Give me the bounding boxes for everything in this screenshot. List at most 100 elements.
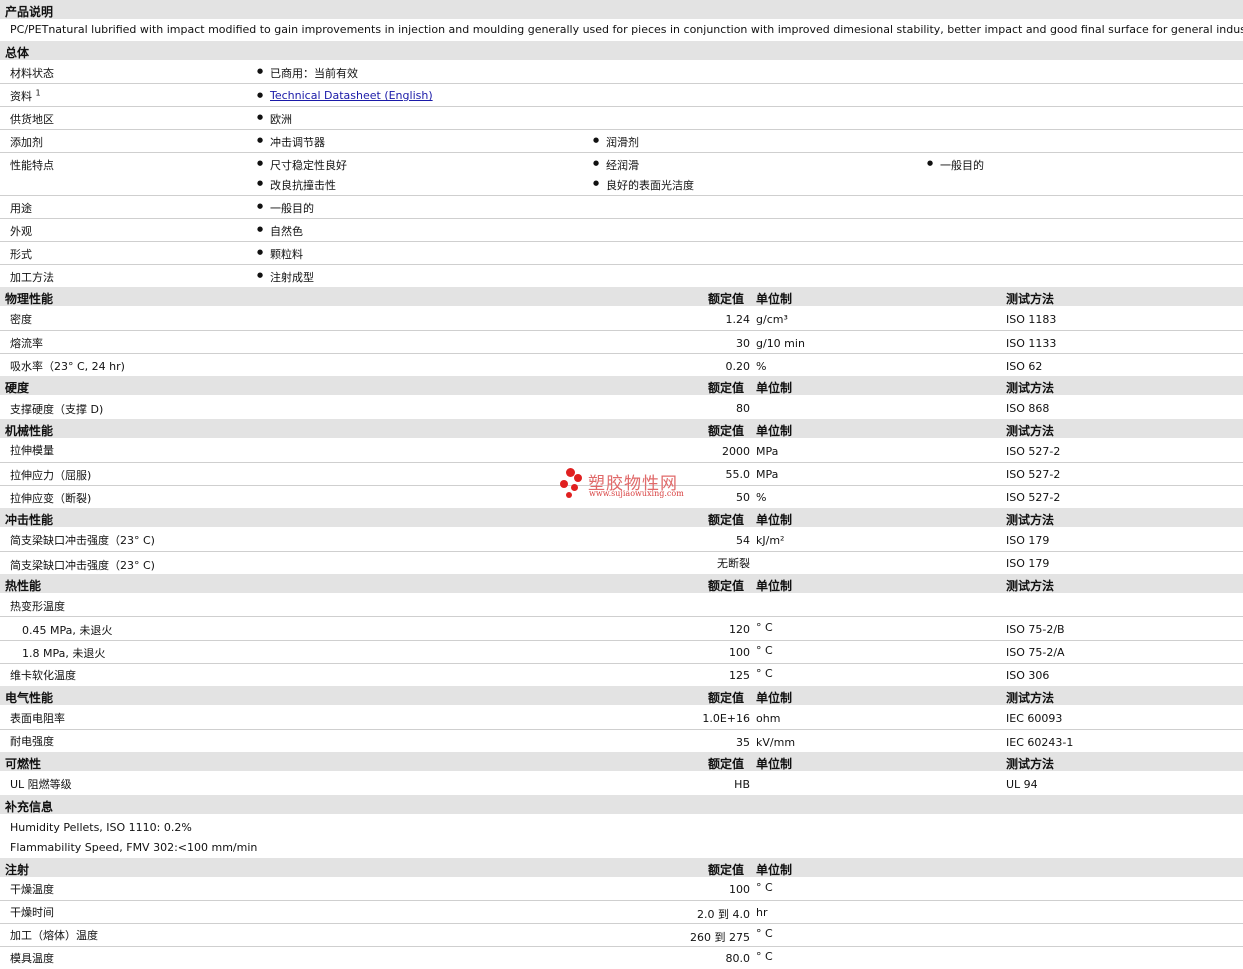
section-title: 产品说明 [5, 5, 54, 19]
bullet-value: 欧洲 [257, 111, 292, 127]
col-unit-header: 单位制 [756, 381, 793, 395]
property-row: 熔流率 30 g/10 min ISO 1133 [0, 331, 1243, 354]
watermark-url: www.sujiaowuxing.com [589, 489, 684, 498]
property-label: 热变形温度 [10, 600, 65, 613]
doc-label: 资料 [10, 90, 32, 103]
property-value: 30 [736, 337, 750, 350]
property-row: 密度 1.24 g/cm³ ISO 1183 [0, 306, 1243, 331]
property-row: 干燥时间 2.0 到 4.0 hr [0, 901, 1243, 924]
row-label: 用途 [10, 202, 32, 215]
col-method-header: 测试方法 [1006, 381, 1055, 395]
general-row-region: 供货地区 欧洲 [0, 107, 1243, 130]
description-text: PC/PETnatural lubrified with impact modi… [10, 23, 1243, 36]
col-unit-header: 单位制 [756, 579, 793, 593]
property-row: 吸水率（23° C, 24 hr) 0.20 % ISO 62 [0, 354, 1243, 376]
property-label: 简支梁缺口冲击强度（23° C) [10, 534, 155, 547]
property-value: 1.24 [725, 313, 751, 326]
bullet-value: 颗粒料 [257, 246, 303, 262]
property-method: UL 94 [1006, 778, 1038, 791]
property-label: 耐电强度 [10, 735, 54, 748]
property-label: 1.8 MPa, 未退火 [22, 647, 106, 660]
property-label: 维卡软化温度 [10, 669, 76, 682]
bullet-value: 一般目的 [257, 200, 314, 216]
property-method: ISO 527-2 [1006, 491, 1061, 504]
property-label: 吸水率（23° C, 24 hr) [10, 360, 125, 373]
section-header-flammability: 可燃性 额定值 单位制 测试方法 [0, 752, 1243, 771]
property-unit: ° C [756, 881, 773, 894]
property-value: 无断裂 [717, 557, 750, 570]
description-row: PC/PETnatural lubrified with impact modi… [0, 19, 1243, 42]
datasheet-link[interactable]: Technical Datasheet (English) [270, 89, 433, 102]
bullet-link: Technical Datasheet (English) [257, 89, 433, 102]
section-header-description: 产品说明 [0, 0, 1243, 19]
property-unit: g/10 min [756, 337, 805, 350]
property-label: 简支梁缺口冲击强度（23° C) [10, 559, 155, 572]
property-value: HB [734, 778, 750, 791]
property-value: 80 [736, 402, 750, 415]
section-title: 补充信息 [5, 800, 54, 814]
section-title: 热性能 [5, 579, 42, 593]
property-value: 0.20 [725, 360, 751, 373]
property-row: 耐电强度 35 kV/mm IEC 60243-1 [0, 730, 1243, 752]
bullet-value: 一般目的 [927, 157, 984, 173]
property-label: UL 阻燃等级 [10, 778, 72, 791]
section-header-injection: 注射 额定值 单位制 [0, 858, 1243, 877]
property-label: 干燥时间 [10, 906, 54, 919]
section-header-electrical: 电气性能 额定值 单位制 测试方法 [0, 686, 1243, 705]
property-unit: % [756, 360, 767, 373]
property-value: 80.0 [725, 952, 751, 965]
row-label: 资料 1 [10, 88, 41, 104]
general-row-doc: 资料 1 Technical Datasheet (English) [0, 84, 1243, 107]
supplemental-line: Humidity Pellets, ISO 1110: 0.2% [10, 821, 192, 834]
general-row-appearance: 外观 自然色 [0, 219, 1243, 242]
section-title: 电气性能 [5, 691, 54, 705]
property-row: 干燥温度 100 ° C [0, 877, 1243, 901]
general-row-status: 材料状态 已商用：当前有效 [0, 60, 1243, 84]
property-unit: kJ/m² [756, 534, 785, 547]
col-unit-header: 单位制 [756, 292, 793, 306]
row-label: 形式 [10, 248, 32, 261]
bullet-value: 已商用：当前有效 [257, 65, 358, 81]
property-method: ISO 179 [1006, 534, 1050, 547]
col-value-header: 额定值 [708, 579, 745, 593]
property-method: ISO 527-2 [1006, 445, 1061, 458]
property-row: 拉伸模量 2000 MPa ISO 527-2 [0, 438, 1243, 463]
section-title: 硬度 [5, 381, 30, 395]
property-method: ISO 868 [1006, 402, 1050, 415]
property-row: 0.45 MPa, 未退火 120 ° C ISO 75-2/B [0, 617, 1243, 641]
property-value: 55.0 [725, 468, 751, 481]
bullet-value: 经润滑 [593, 157, 639, 173]
property-label: 干燥温度 [10, 883, 54, 896]
col-method-header: 测试方法 [1006, 579, 1055, 593]
property-row: 简支梁缺口冲击强度（23° C) 无断裂 ISO 179 [0, 552, 1243, 574]
section-header-thermal: 热性能 额定值 单位制 测试方法 [0, 574, 1243, 593]
property-label: 模具温度 [10, 952, 54, 965]
property-method: ISO 75-2/A [1006, 646, 1065, 659]
property-label: 支撑硬度（支撑 D) [10, 403, 104, 416]
bullet-value: 尺寸稳定性良好 [257, 157, 347, 173]
property-row: 简支梁缺口冲击强度（23° C) 54 kJ/m² ISO 179 [0, 527, 1243, 552]
bullet-value: 润滑剂 [593, 134, 639, 150]
property-row: 支撑硬度（支撑 D) 80 ISO 868 [0, 395, 1243, 419]
property-label: 表面电阻率 [10, 712, 65, 725]
property-value: 100 [729, 646, 750, 659]
bullet-value: 注射成型 [257, 269, 314, 285]
property-value: 260 到 275 [690, 931, 750, 944]
col-unit-header: 单位制 [756, 757, 793, 771]
property-value: 35 [736, 736, 750, 749]
col-method-header: 测试方法 [1006, 424, 1055, 438]
bullet-value: 自然色 [257, 223, 303, 239]
bullet-value: 冲击调节器 [257, 134, 325, 150]
property-value: 1.0E+16 [702, 712, 750, 725]
property-label: 拉伸应变（断裂) [10, 492, 92, 505]
property-label: 拉伸应力（屈服) [10, 469, 92, 482]
property-row: 模具温度 80.0 ° C [0, 947, 1243, 969]
row-label: 性能特点 [10, 159, 54, 172]
property-unit: hr [756, 906, 768, 919]
property-method: IEC 60093 [1006, 712, 1063, 725]
supplemental-block: Humidity Pellets, ISO 1110: 0.2% Flammab… [0, 814, 1243, 858]
col-method-header: 测试方法 [1006, 513, 1055, 527]
property-unit: ° C [756, 950, 773, 963]
property-method: ISO 75-2/B [1006, 623, 1065, 636]
property-label: 密度 [10, 313, 32, 326]
